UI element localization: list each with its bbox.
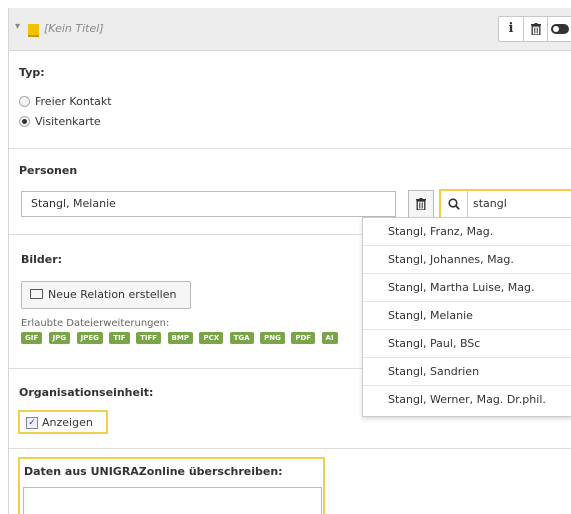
extension-badge: TIFF	[136, 332, 162, 344]
extension-badge: AI	[321, 332, 338, 344]
new-relation-button[interactable]: Neue Relation erstellen	[21, 281, 191, 309]
extension-badge: PDF	[291, 332, 316, 344]
personen-label: Personen	[19, 164, 78, 177]
person-search-box[interactable]: stangl	[439, 189, 571, 219]
divider	[9, 448, 571, 449]
extension-badge: GIF	[21, 332, 43, 344]
extension-badge: TIF	[109, 332, 130, 344]
search-icon[interactable]	[441, 191, 468, 217]
new-relation-label: Neue Relation erstellen	[48, 288, 177, 301]
suggestion-item[interactable]: Stangl, Johannes, Mag.	[363, 245, 571, 273]
record-type-icon	[28, 24, 39, 37]
extension-badge: PNG	[260, 332, 285, 344]
override-section: Daten aus UNIGRAZonline überschreiben:	[18, 457, 325, 514]
extension-badge: BMP	[167, 332, 193, 344]
record-header[interactable]: ▾ [Kein Titel] i	[9, 8, 571, 51]
info-icon: i	[508, 21, 514, 36]
delete-button[interactable]	[523, 17, 548, 41]
trash-icon	[531, 22, 541, 36]
suggestion-item[interactable]: Stangl, Melanie	[363, 301, 571, 329]
record-title: [Kein Titel]	[44, 22, 104, 35]
radio-visitenkarte[interactable]: Visitenkarte	[19, 115, 101, 129]
override-label: Daten aus UNIGRAZonline überschreiben:	[24, 465, 283, 478]
suggestion-item[interactable]: Stangl, Sandrien	[363, 357, 571, 385]
radio-label: Visitenkarte	[35, 115, 101, 128]
extension-badge: TGA	[229, 332, 254, 344]
extension-badges: GIF JPG JPEG TIF TIFF BMP PCX TGA PNG PD…	[21, 332, 341, 345]
person-suggestions-dropdown: Stangl, Franz, Mag. Stangl, Johannes, Ma…	[362, 217, 571, 417]
collapse-caret-icon[interactable]: ▾	[15, 21, 20, 32]
override-input[interactable]	[23, 487, 322, 514]
search-input[interactable]: stangl	[473, 191, 507, 217]
toggle-visibility-button[interactable]	[547, 17, 571, 41]
bilder-label: Bilder:	[21, 253, 63, 266]
suggestion-item[interactable]: Stangl, Franz, Mag.	[363, 218, 571, 245]
organisation-label: Organisationseinheit:	[19, 386, 154, 399]
header-button-group: i	[498, 16, 571, 42]
content-element-panel: ▾ [Kein Titel] i Typ: Freier Kontakt Vis…	[8, 8, 571, 514]
anzeigen-checkbox-wrapper[interactable]: ✓ Anzeigen	[18, 410, 108, 434]
suggestion-item[interactable]: Stangl, Paul, BSc	[363, 329, 571, 357]
info-button[interactable]: i	[499, 17, 523, 41]
allowed-extensions-label: Erlaubte Dateierweiterungen:	[21, 318, 170, 329]
anzeigen-checkbox[interactable]: ✓	[26, 417, 38, 429]
suggestion-item[interactable]: Stangl, Martha Luise, Mag.	[363, 273, 571, 301]
anzeigen-label: Anzeigen	[42, 416, 93, 429]
radio-freier-kontakt[interactable]: Freier Kontakt	[19, 95, 112, 109]
remove-person-button[interactable]	[408, 190, 434, 218]
extension-badge: JPEG	[76, 332, 103, 344]
radio-button-checked[interactable]	[19, 115, 30, 127]
toggle-icon	[551, 23, 569, 34]
divider	[9, 148, 571, 149]
extension-badge: JPG	[48, 332, 71, 344]
suggestion-item[interactable]: Stangl, Werner, Mag. Dr.phil.	[363, 385, 571, 413]
typ-label: Typ:	[19, 66, 45, 79]
trash-icon	[416, 198, 426, 211]
extension-badge: PCX	[199, 332, 224, 344]
folder-icon	[30, 289, 43, 299]
radio-label: Freier Kontakt	[35, 95, 112, 108]
selected-person-field[interactable]: Stangl, Melanie	[21, 191, 396, 217]
radio-button[interactable]	[19, 95, 30, 107]
